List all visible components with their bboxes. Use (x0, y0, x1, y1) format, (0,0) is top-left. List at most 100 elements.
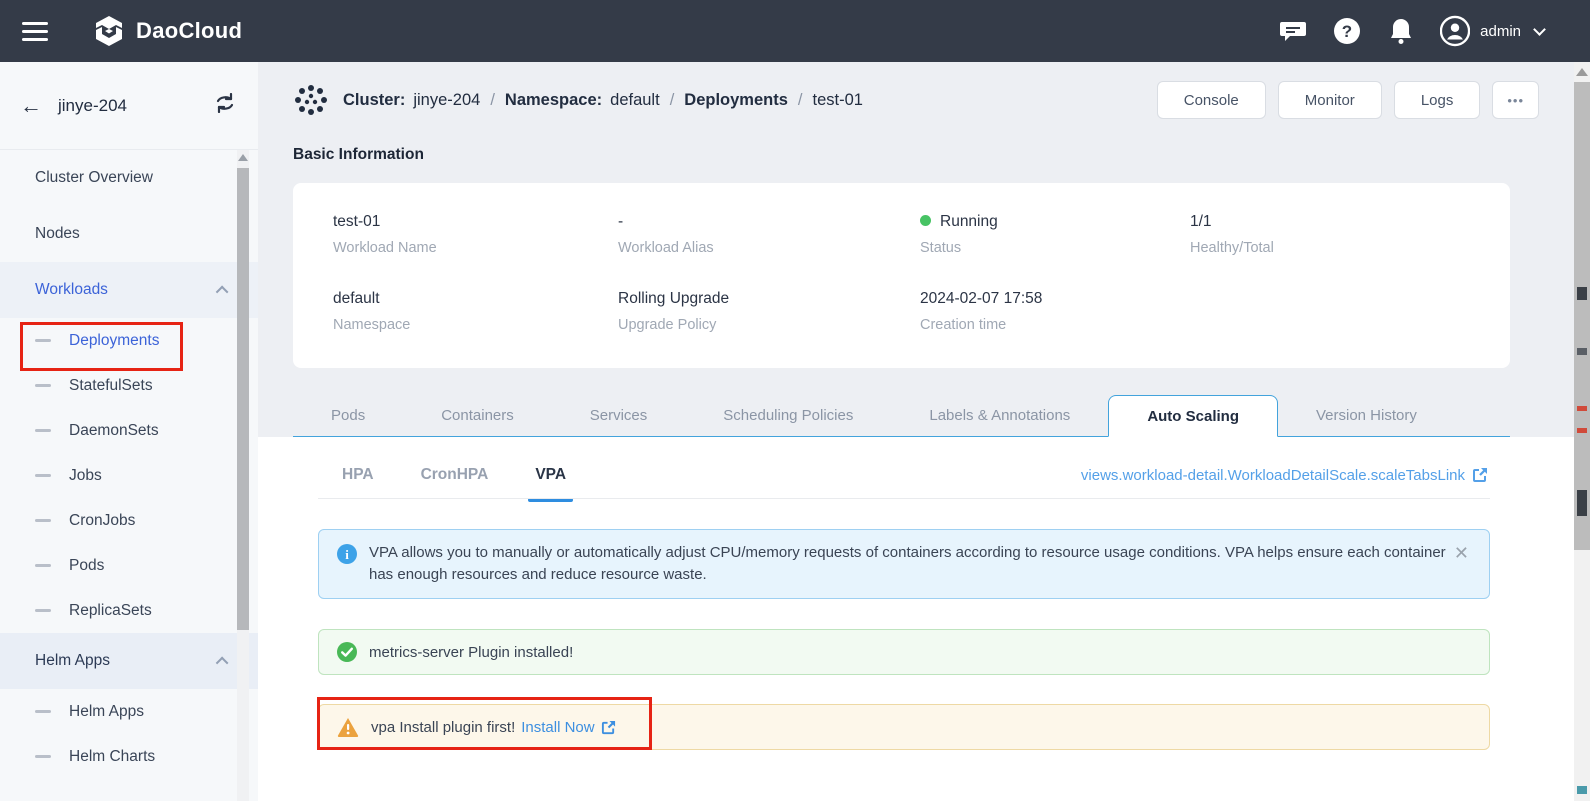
subtab-cronhpa[interactable]: CronHPA (421, 466, 489, 484)
field-status: Running Status (920, 213, 1190, 256)
sidebar-item-cluster-overview[interactable]: Cluster Overview (0, 150, 258, 206)
main-content: Cluster: jinye-204 / Namespace: default … (258, 62, 1574, 801)
tab-services[interactable]: Services (552, 395, 686, 436)
sidebar-item-daemonsets[interactable]: DaemonSets (0, 408, 258, 453)
basic-information-card: test-01 Workload Name - Workload Alias R… (293, 183, 1510, 368)
subtab-vpa[interactable]: VPA (535, 466, 566, 484)
scrollbar-mark (1577, 348, 1587, 355)
svg-text:?: ? (1342, 22, 1352, 41)
sidebar-scrollbar-thumb[interactable] (237, 168, 249, 630)
switch-cluster-icon[interactable] (214, 93, 236, 118)
dash-icon (35, 474, 51, 477)
sidebar-group-workloads[interactable]: Workloads (0, 262, 258, 318)
dash-icon (35, 609, 51, 612)
dash-icon (35, 384, 51, 387)
page-scrollbar[interactable] (1574, 62, 1590, 801)
daocloud-logo: DaoCloud (92, 14, 242, 48)
scrollbar-mark (1577, 287, 1587, 300)
field-workload-alias: - Workload Alias (618, 213, 920, 256)
close-icon[interactable]: ✕ (1454, 542, 1469, 562)
status-running-dot (920, 215, 931, 226)
scroll-up-arrow-icon[interactable] (1576, 68, 1588, 76)
breadcrumb-cluster-label: Cluster: (343, 91, 405, 110)
breadcrumb-workload-name: test-01 (812, 91, 862, 110)
hamburger-menu-icon[interactable] (22, 17, 48, 46)
sidebar-header: ← jinye-204 (0, 62, 258, 150)
dash-icon (35, 519, 51, 522)
scale-subtabs: HPA CronHPA VPA views.workload-detail.Wo… (258, 437, 1574, 499)
sidebar-item-nodes[interactable]: Nodes (0, 206, 258, 262)
breadcrumb-namespace-label: Namespace: (505, 91, 602, 110)
tab-pods[interactable]: Pods (293, 395, 403, 436)
vpa-install-alert: vpa Install plugin first! Install Now (318, 704, 1490, 750)
tab-labels-annotations[interactable]: Labels & Annotations (891, 395, 1108, 436)
scrollbar-mark (1577, 406, 1587, 411)
console-button[interactable]: Console (1157, 81, 1266, 119)
back-arrow-icon[interactable]: ← (20, 95, 42, 117)
tab-containers[interactable]: Containers (403, 395, 552, 436)
chevron-up-icon (216, 285, 229, 298)
metrics-server-text: metrics-server Plugin installed! (369, 644, 573, 661)
chevron-up-icon (216, 656, 229, 669)
field-namespace: default Namespace (333, 290, 618, 333)
external-link-icon (601, 720, 616, 735)
field-workload-name: test-01 Workload Name (333, 213, 618, 256)
basic-information-title: Basic Information (293, 146, 424, 164)
sidebar-item-cronjobs[interactable]: CronJobs (0, 498, 258, 543)
dash-icon (35, 429, 51, 432)
dash-icon (35, 710, 51, 713)
scrollbar-mark (1577, 490, 1587, 516)
breadcrumb-namespace-value[interactable]: default (610, 91, 660, 110)
tab-auto-scaling[interactable]: Auto Scaling (1108, 395, 1278, 437)
more-actions-button[interactable]: ••• (1492, 81, 1539, 119)
top-navbar: DaoCloud ? admin (0, 0, 1590, 62)
monitor-button[interactable]: Monitor (1278, 81, 1382, 119)
vpa-info-text: VPA allows you to manually or automatica… (369, 542, 1449, 586)
dash-icon (35, 339, 51, 342)
field-upgrade-policy: Rolling Upgrade Upgrade Policy (618, 290, 920, 333)
tab-scheduling-policies[interactable]: Scheduling Policies (685, 395, 891, 436)
help-icon[interactable]: ? (1332, 16, 1362, 46)
messages-icon[interactable] (1278, 16, 1308, 46)
scrollbar-mark (1577, 786, 1587, 794)
detail-tabbar: Pods Containers Services Scheduling Poli… (293, 395, 1510, 437)
field-creation-time: 2024-02-07 17:58 Creation time (920, 290, 1190, 333)
sidebar-item-jobs[interactable]: Jobs (0, 453, 258, 498)
dash-icon (35, 755, 51, 758)
daocloud-logo-icon (92, 14, 126, 48)
logs-button[interactable]: Logs (1394, 81, 1481, 119)
sidebar-item-deployments[interactable]: Deployments (0, 318, 258, 363)
page-scrollbar-thumb[interactable] (1574, 82, 1590, 550)
sidebar-item-statefulsets[interactable]: StatefulSets (0, 363, 258, 408)
info-icon: i (337, 544, 357, 564)
vpa-info-alert: i VPA allows you to manually or automati… (318, 529, 1490, 599)
svg-text:i: i (345, 547, 349, 562)
auto-scaling-panel: HPA CronHPA VPA views.workload-detail.Wo… (258, 437, 1574, 801)
sidebar: ← jinye-204 Cluster Overview Nodes Workl… (0, 62, 258, 801)
scale-tabs-link[interactable]: views.workload-detail.WorkloadDetailScal… (1081, 467, 1488, 484)
scrollbar-mark (1577, 428, 1587, 433)
sidebar-item-helm-charts[interactable]: Helm Charts (0, 734, 258, 779)
sidebar-scrollbar[interactable] (237, 150, 249, 801)
subtab-divider (318, 498, 1490, 499)
chevron-down-icon[interactable] (1533, 23, 1546, 36)
sidebar-nav: Cluster Overview Nodes Workloads Deploym… (0, 150, 258, 779)
sidebar-group-helm-apps[interactable]: Helm Apps (0, 633, 258, 689)
breadcrumb-section[interactable]: Deployments (684, 91, 788, 110)
sidebar-item-helm-apps[interactable]: Helm Apps (0, 689, 258, 734)
sidebar-item-replicasets[interactable]: ReplicaSets (0, 588, 258, 633)
cluster-dots-icon (293, 82, 329, 118)
external-link-icon (1472, 467, 1488, 483)
sidebar-item-pods[interactable]: Pods (0, 543, 258, 588)
install-now-link[interactable]: Install Now (521, 719, 615, 736)
scroll-up-arrow-icon[interactable] (238, 154, 248, 161)
breadcrumb-cluster-value[interactable]: jinye-204 (413, 91, 480, 110)
subtab-hpa[interactable]: HPA (342, 466, 374, 484)
user-avatar[interactable] (1440, 16, 1470, 46)
username-label: admin (1480, 23, 1521, 40)
notifications-bell-icon[interactable] (1386, 16, 1416, 46)
warning-icon (337, 717, 359, 737)
tab-version-history[interactable]: Version History (1278, 395, 1455, 436)
dash-icon (35, 564, 51, 567)
breadcrumb: Cluster: jinye-204 / Namespace: default … (293, 80, 1539, 120)
